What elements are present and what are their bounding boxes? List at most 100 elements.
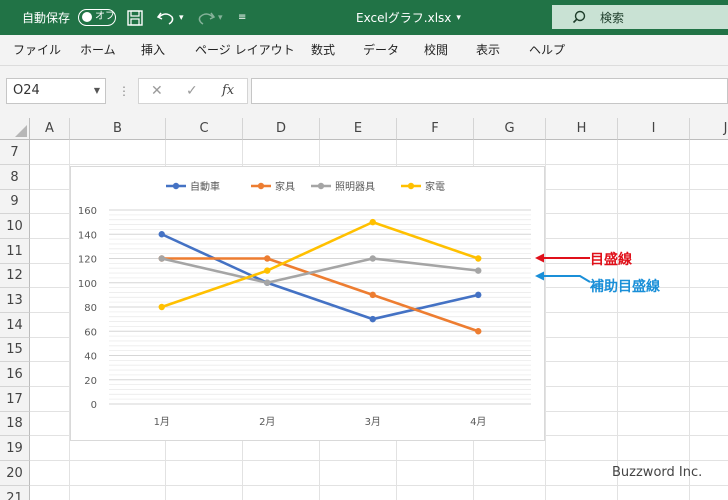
row-header-15[interactable]: 15 <box>0 338 30 362</box>
row-header-16[interactable]: 16 <box>0 362 30 387</box>
legend-label: 自動車 <box>190 180 220 193</box>
tab-page-layout[interactable]: ページ レイアウト <box>195 35 295 66</box>
major-gridline-label: 目盛線 <box>590 252 632 268</box>
y-tick-label: 40 <box>84 352 97 363</box>
tab-view[interactable]: 表示 <box>476 35 500 66</box>
legend-marker <box>317 182 325 190</box>
y-tick-label: 60 <box>84 327 97 338</box>
x-tick-label: 2月 <box>259 416 275 428</box>
major-gridline-arrow <box>535 253 590 263</box>
series-line <box>161 257 479 285</box>
tab-file[interactable]: ファイル <box>13 35 61 66</box>
column-header-a[interactable]: A <box>30 118 70 140</box>
legend-label: 家電 <box>425 180 445 193</box>
data-point <box>264 267 271 274</box>
redo-icon[interactable] <box>196 0 216 35</box>
search-label: 検索 <box>600 10 625 25</box>
row-header-11[interactable]: 11 <box>0 239 30 264</box>
more-options-icon[interactable]: ⋮ <box>118 78 130 104</box>
autosave-toggle[interactable]: オフ <box>78 9 116 26</box>
column-header-c[interactable]: C <box>166 118 243 140</box>
legend-marker <box>407 182 415 190</box>
y-tick-label: 0 <box>91 400 97 411</box>
name-box[interactable]: O24 ▼ <box>6 78 106 104</box>
row-header-9[interactable]: 9 <box>0 190 30 214</box>
y-tick-label: 140 <box>78 230 97 241</box>
select-all-icon <box>15 125 27 137</box>
column-header-i[interactable]: I <box>618 118 690 140</box>
select-all-button[interactable] <box>0 118 30 140</box>
column-header-d[interactable]: D <box>243 118 320 140</box>
redo-dropdown-icon[interactable]: ▾ <box>218 0 223 35</box>
line-chart[interactable]: 0 20 40 60 80 100 120 140 160 1月 2月 3月 4月 自動車 家具 照明器具 家電 <box>70 166 545 441</box>
tab-formulas[interactable]: 数式 <box>311 35 335 66</box>
tab-insert[interactable]: 挿入 <box>141 35 165 66</box>
data-point <box>158 255 165 262</box>
insert-function-icon[interactable]: fx <box>222 78 234 104</box>
customize-toolbar-icon[interactable]: ≡ <box>238 0 246 35</box>
chart-svg: 0 20 40 60 80 100 120 140 160 1月 2月 3月 4月 自動車 家具 照明器具 家電 <box>78 180 531 428</box>
gridline <box>30 460 728 461</box>
data-point <box>264 255 271 262</box>
y-tick-label: 120 <box>78 255 97 266</box>
tab-review[interactable]: 校閲 <box>424 35 448 66</box>
search-icon <box>572 10 586 24</box>
row-header-18[interactable]: 18 <box>0 412 30 436</box>
ribbon-tabs: ファイル ホーム 挿入 ページ レイアウト 数式 データ 校閲 表示 ヘルプ <box>0 35 728 66</box>
column-header-e[interactable]: E <box>320 118 397 140</box>
row-header-7[interactable]: 7 <box>0 140 30 165</box>
gridline <box>30 164 728 165</box>
minor-gridline-arrow <box>535 271 591 283</box>
tab-data[interactable]: データ <box>363 35 399 66</box>
title-bar: 自動保存 オフ ▾ ▾ ≡ Excelグラフ.xlsx ▾ 検索 <box>0 0 728 35</box>
row-header-8[interactable]: 8 <box>0 165 30 190</box>
x-tick-label: 1月 <box>154 416 170 428</box>
x-tick-label: 4月 <box>470 416 486 428</box>
column-header-g[interactable]: G <box>474 118 546 140</box>
toggle-knob <box>82 12 92 22</box>
formula-input[interactable] <box>251 78 728 104</box>
column-header-f[interactable]: F <box>397 118 474 140</box>
formula-bar: O24 ▼ ⋮ ✕ ✓ fx <box>0 66 728 118</box>
column-header-h[interactable]: H <box>546 118 618 140</box>
data-point <box>369 315 376 323</box>
data-point <box>475 255 482 262</box>
undo-icon[interactable] <box>156 0 176 35</box>
row-header-10[interactable]: 10 <box>0 214 30 239</box>
tab-help[interactable]: ヘルプ <box>529 35 565 66</box>
enter-icon[interactable]: ✓ <box>186 78 198 104</box>
name-box-dropdown-icon[interactable]: ▼ <box>94 79 100 103</box>
row-header-20[interactable]: 20 <box>0 461 30 486</box>
data-point <box>369 255 376 262</box>
y-tick-label: 160 <box>78 206 97 217</box>
legend-marker <box>172 182 180 190</box>
tab-home[interactable]: ホーム <box>80 35 116 66</box>
row-header-14[interactable]: 14 <box>0 313 30 338</box>
name-box-value: O24 <box>13 83 40 98</box>
save-icon[interactable] <box>126 0 144 35</box>
file-name[interactable]: Excelグラフ.xlsx ▾ <box>356 0 461 35</box>
gridline <box>689 140 690 500</box>
row-header-21[interactable]: 21 <box>0 486 30 500</box>
row-header-13[interactable]: 13 <box>0 288 30 313</box>
minor-gridline-label: 補助目盛線 <box>590 279 660 295</box>
data-point <box>158 303 165 311</box>
row-header-19[interactable]: 19 <box>0 436 30 461</box>
data-point <box>369 218 376 226</box>
y-tick-label: 100 <box>78 279 97 290</box>
legend-label: 照明器具 <box>335 181 375 193</box>
x-tick-label: 3月 <box>365 416 381 428</box>
data-point <box>475 267 482 274</box>
undo-dropdown-icon[interactable]: ▾ <box>179 0 184 35</box>
data-point <box>369 291 376 299</box>
y-tick-label: 80 <box>84 303 97 314</box>
search-box[interactable]: 検索 <box>552 5 728 29</box>
cancel-icon[interactable]: ✕ <box>151 78 163 104</box>
legend-marker <box>257 182 265 190</box>
column-header-b[interactable]: B <box>70 118 166 140</box>
row-header-17[interactable]: 17 <box>0 387 30 412</box>
data-point <box>158 231 165 238</box>
column-header-j[interactable]: J <box>690 118 728 140</box>
autosave-label: 自動保存 <box>22 11 71 25</box>
row-header-12[interactable]: 12 <box>0 264 30 288</box>
